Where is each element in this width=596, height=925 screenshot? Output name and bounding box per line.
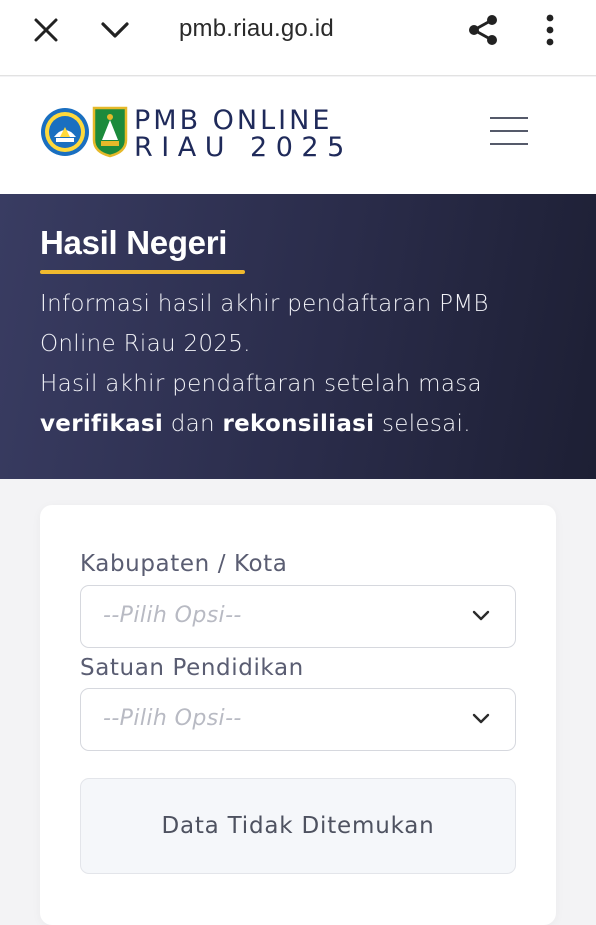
satuan-pendidikan-label: Satuan Pendidikan [80, 655, 304, 681]
chevron-down-icon [471, 608, 491, 627]
hero-bold-verifikasi: verifikasi [40, 411, 164, 437]
empty-state-message: Data Tidak Ditemukan [161, 813, 435, 839]
filter-card: Kabupaten / Kota --Pilih Opsi-- Satuan P… [40, 505, 556, 925]
share-icon[interactable] [463, 10, 503, 50]
brand-line-1: PMB ONLINE [134, 105, 333, 136]
satuan-pendidikan-select[interactable]: --Pilih Opsi-- [80, 688, 516, 751]
riau-province-logo[interactable] [92, 106, 128, 162]
title-underline [40, 270, 245, 274]
page-title: Hasil Negeri [40, 224, 228, 261]
site-header: PMB ONLINE RIAU 2025 [0, 77, 596, 194]
kabupaten-select-value: --Pilih Opsi-- [103, 603, 242, 628]
kabupaten-select[interactable]: --Pilih Opsi-- [80, 585, 516, 648]
brand-title[interactable]: PMB ONLINE RIAU 2025 [134, 105, 353, 163]
browser-toolbar: pmb.riau.go.id [0, 0, 596, 76]
hero-line-2-post: selesai. [374, 411, 471, 437]
tut-wuri-handayani-logo[interactable] [40, 107, 90, 161]
brand-line-2: RIAU 2025 [134, 132, 353, 163]
url-bar[interactable]: pmb.riau.go.id [179, 15, 334, 43]
hamburger-menu-icon[interactable] [490, 115, 530, 147]
close-icon[interactable] [26, 10, 66, 50]
chevron-down-icon [471, 711, 491, 730]
chevron-down-icon[interactable] [95, 10, 135, 50]
satuan-pendidikan-select-value: --Pilih Opsi-- [103, 706, 242, 731]
hero-bold-rekonsiliasi: rekonsiliasi [222, 411, 375, 437]
more-vert-icon[interactable] [530, 10, 570, 50]
hero-line-2-pre: Hasil akhir pendaftaran setelah masa [40, 371, 482, 397]
hero-line-1: Informasi hasil akhir pendaftaran PMB On… [40, 291, 489, 357]
kabupaten-label: Kabupaten / Kota [80, 551, 288, 577]
hero-line-2-mid: dan [163, 411, 223, 437]
hero-banner: Hasil Negeri Informasi hasil akhir penda… [0, 194, 596, 479]
empty-state-box: Data Tidak Ditemukan [80, 778, 516, 874]
hero-description: Informasi hasil akhir pendaftaran PMB On… [40, 284, 560, 444]
